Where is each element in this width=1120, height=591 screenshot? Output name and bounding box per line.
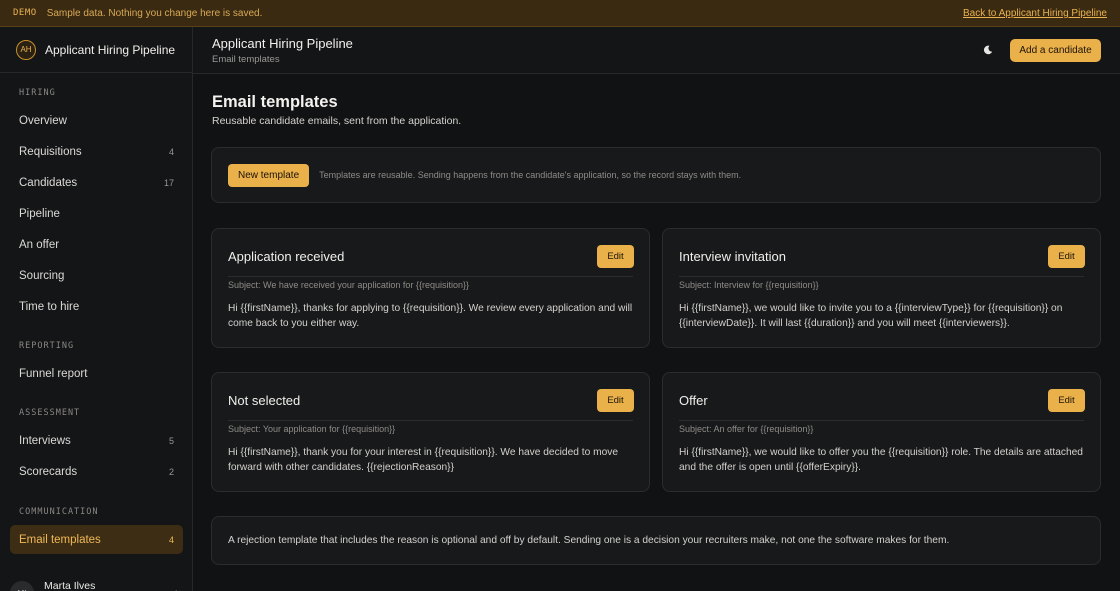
demo-message: Sample data. Nothing you change here is … bbox=[46, 7, 263, 19]
add-candidate-button[interactable]: Add a candidate bbox=[1010, 39, 1101, 62]
sidebar-item-label: Funnel report bbox=[19, 367, 88, 380]
template-body: Hi {{firstName}}, thanks for applying to… bbox=[228, 303, 633, 329]
template-card-application-received: Application received Edit Subject: We ha… bbox=[211, 228, 650, 348]
sidebar-item-funnel-report[interactable]: Funnel report bbox=[10, 359, 183, 388]
divider bbox=[228, 276, 633, 277]
sidebar-item-count: 17 bbox=[163, 177, 174, 188]
template-body: Hi {{firstName}}, we would like to offer… bbox=[679, 447, 1083, 473]
divider bbox=[228, 420, 633, 421]
top-bar: Applicant Hiring Pipeline Email template… bbox=[193, 27, 1120, 74]
edit-button[interactable]: Edit bbox=[1048, 245, 1085, 268]
sidebar-item-requisitions[interactable]: Requisitions 4 bbox=[10, 137, 183, 166]
brand-name: Applicant Hiring Pipeline bbox=[45, 42, 176, 57]
page-subtitle: Reusable candidate emails, sent from the… bbox=[212, 115, 462, 127]
sidebar-item-candidates[interactable]: Candidates 17 bbox=[10, 168, 183, 197]
sidebar-item-label: Requisitions bbox=[19, 145, 82, 158]
brand-logo: AH bbox=[16, 39, 36, 60]
sidebar-item-label: Sourcing bbox=[19, 269, 65, 282]
section-assessment: ASSESSMENT bbox=[19, 408, 81, 418]
back-link[interactable]: Back to Applicant Hiring Pipeline bbox=[963, 8, 1107, 19]
edit-button[interactable]: Edit bbox=[597, 389, 634, 412]
avatar: MI bbox=[10, 581, 34, 591]
sidebar-item-label: Time to hire bbox=[19, 300, 80, 313]
sidebar-item-time-to-hire[interactable]: Time to hire bbox=[10, 292, 183, 321]
template-subject: Subject: Interview for {{requisition}} bbox=[679, 280, 819, 290]
section-hiring: HIRING bbox=[19, 88, 56, 98]
template-name: Offer bbox=[679, 393, 708, 408]
rejection-note-text: A rejection template that includes the r… bbox=[228, 535, 950, 546]
template-name: Interview invitation bbox=[679, 249, 786, 264]
sidebar-item-label: Overview bbox=[19, 114, 67, 127]
sidebar-item-pipeline[interactable]: Pipeline bbox=[10, 199, 183, 228]
app-title: Applicant Hiring Pipeline bbox=[212, 36, 353, 51]
sidebar-item-label: Email templates bbox=[19, 533, 101, 546]
template-card-interview-invitation: Interview invitation Edit Subject: Inter… bbox=[662, 228, 1101, 348]
edit-button[interactable]: Edit bbox=[1048, 389, 1085, 412]
sidebar-item-label: Scorecards bbox=[19, 465, 78, 478]
rejection-note: A rejection template that includes the r… bbox=[211, 516, 1101, 565]
sidebar-item-label: Candidates bbox=[19, 176, 78, 189]
sidebar-item-email-templates[interactable]: Email templates 4 bbox=[10, 525, 183, 554]
sidebar-item-overview[interactable]: Overview bbox=[10, 106, 183, 135]
user-menu[interactable]: MI Marta Ilves ↪ bbox=[10, 571, 183, 591]
moon-icon[interactable] bbox=[981, 43, 995, 57]
template-card-offer: Offer Edit Subject: An offer for {{requi… bbox=[662, 372, 1101, 492]
template-subject: Subject: We have received your applicati… bbox=[228, 280, 469, 290]
sidebar-item-label: Pipeline bbox=[19, 207, 60, 220]
reuse-hint: Templates are reusable. Sending happens … bbox=[319, 170, 742, 180]
sidebar-item-label: An offer bbox=[19, 238, 60, 251]
edit-button[interactable]: Edit bbox=[597, 245, 634, 268]
template-subject: Subject: An offer for {{requisition}} bbox=[679, 424, 814, 434]
sidebar-item-interviews[interactable]: Interviews 5 bbox=[10, 426, 183, 455]
demo-banner: DEMO Sample data. Nothing you change her… bbox=[0, 0, 1120, 27]
demo-tag: DEMO bbox=[13, 8, 37, 18]
section-reporting: REPORTING bbox=[19, 341, 75, 351]
template-body: Hi {{firstName}}, thank you for your int… bbox=[228, 447, 618, 473]
sidebar-item-count: 2 bbox=[168, 466, 174, 477]
sidebar-item-count: 4 bbox=[168, 146, 174, 157]
divider bbox=[679, 420, 1084, 421]
breadcrumb: Email templates bbox=[212, 54, 280, 65]
template-card-not-selected: Not selected Edit Subject: Your applicat… bbox=[211, 372, 650, 492]
sidebar-item-count: 5 bbox=[168, 435, 174, 446]
brand[interactable]: AH Applicant Hiring Pipeline bbox=[0, 27, 192, 73]
sidebar-item-label: Interviews bbox=[19, 434, 71, 447]
page-title: Email templates bbox=[212, 93, 338, 111]
sidebar: AH Applicant Hiring Pipeline HIRING Over… bbox=[0, 27, 193, 591]
user-name: Marta Ilves bbox=[44, 580, 96, 591]
sidebar-item-an-offer[interactable]: An offer bbox=[10, 230, 183, 259]
sidebar-item-count: 4 bbox=[168, 534, 174, 545]
template-body: Hi {{firstName}}, we would like to invit… bbox=[679, 303, 1063, 329]
template-name: Not selected bbox=[228, 393, 301, 408]
new-template-button[interactable]: New template bbox=[228, 163, 310, 187]
sidebar-item-scorecards[interactable]: Scorecards 2 bbox=[10, 457, 183, 486]
new-template-panel: New template Templates are reusable. Sen… bbox=[211, 147, 1101, 203]
template-subject: Subject: Your application for {{requisit… bbox=[228, 424, 396, 434]
sidebar-item-sourcing[interactable]: Sourcing bbox=[10, 261, 183, 290]
section-communication: COMMUNICATION bbox=[19, 507, 99, 517]
template-name: Application received bbox=[228, 249, 345, 264]
sign-out-icon[interactable]: ↪ bbox=[175, 588, 183, 591]
divider bbox=[679, 276, 1084, 277]
